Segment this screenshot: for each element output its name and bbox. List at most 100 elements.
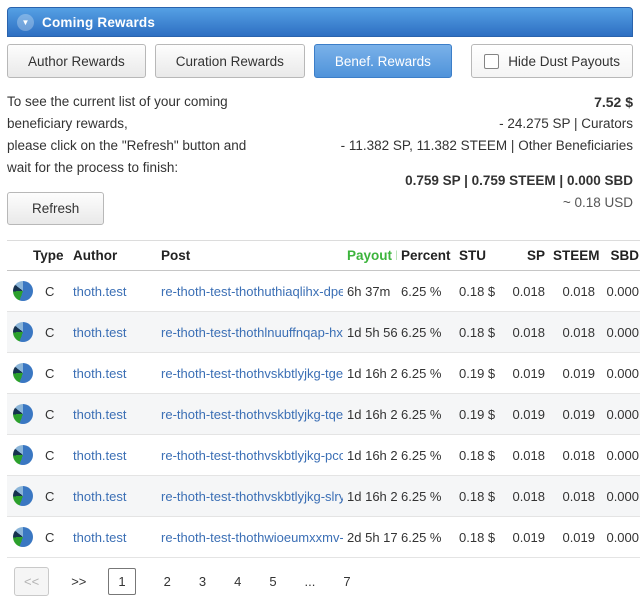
type-icon-cell (7, 516, 41, 558)
post-link[interactable]: re-thoth-test-thothvskbtlyjkg-tge (161, 366, 343, 381)
post-link[interactable]: re-thoth-test-thothlnuuffnqap-hx (161, 325, 343, 340)
stu-cell: 0.18 $ (455, 311, 506, 353)
type-cell: C (41, 270, 70, 312)
collapse-toggle-icon[interactable]: ▼ (17, 13, 34, 31)
hide-dust-label: Hide Dust Payouts (508, 53, 620, 69)
stu-cell: 0.19 $ (455, 393, 506, 435)
pagination-page-5[interactable]: 5 (269, 574, 276, 589)
curators-line: - 24.275 SP | Curators (499, 116, 633, 131)
payout-in-cell: 1d 16h 2 (343, 393, 398, 435)
steem-cell: 0.018 (549, 475, 600, 517)
table-header-row: Type Author Post Payout In Percent STU S… (7, 240, 640, 271)
percent-cell: 6.25 % (397, 393, 456, 435)
header-type: Type (7, 240, 70, 271)
payout-in-cell: 1d 16h 2 (343, 475, 398, 517)
coming-rewards-panel: ▼ Coming Rewards Author Rewards Curation… (7, 7, 640, 596)
tab-benef-rewards[interactable]: Benef. Rewards (313, 44, 452, 78)
post-type-pie-icon (13, 322, 33, 342)
header-percent: Percent (397, 240, 456, 271)
author-link[interactable]: thoth.test (73, 448, 126, 463)
percent-cell: 6.25 % (397, 270, 456, 312)
info-line-1: To see the current list of your coming (7, 94, 228, 109)
author-cell: thoth.test (69, 516, 158, 558)
type-icon-cell (7, 270, 41, 312)
post-link[interactable]: re-thoth-test-thothvskbtlyjkg-slry (161, 489, 343, 504)
approx-usd-line: ~ 0.18 USD (562, 195, 633, 210)
post-link[interactable]: re-thoth-test-thothvskbtlyjkg-tqe (161, 407, 343, 422)
pagination-page-2[interactable]: 2 (164, 574, 171, 589)
post-type-pie-icon (13, 404, 33, 424)
sp-cell: 0.019 (505, 393, 550, 435)
author-link[interactable]: thoth.test (73, 407, 126, 422)
post-type-pie-icon (13, 281, 33, 301)
info-line-4: wait for the process to finish: (7, 160, 179, 175)
type-cell: C (41, 352, 70, 394)
payout-in-cell: 1d 16h 2 (343, 352, 398, 394)
pagination-first-button[interactable]: << (14, 567, 50, 596)
rewards-table-wrap: Type Author Post Payout In Percent STU S… (7, 240, 640, 558)
author-link[interactable]: thoth.test (73, 284, 126, 299)
sbd-cell: 0.000 (599, 311, 640, 353)
payout-in-cell: 1d 16h 2 (343, 434, 398, 476)
info-section: To see the current list of your coming b… (7, 91, 633, 225)
post-link[interactable]: re-thoth-test-thothvskbtlyjkg-pco (161, 448, 343, 463)
refresh-button[interactable]: Refresh (7, 192, 105, 225)
type-cell: C (41, 516, 70, 558)
header-author: Author (69, 240, 158, 271)
hide-dust-payouts-control[interactable]: Hide Dust Payouts (471, 44, 633, 78)
tab-curation-rewards[interactable]: Curation Rewards (154, 44, 305, 78)
pagination-next-button[interactable]: >> (71, 574, 86, 589)
percent-cell: 6.25 % (397, 352, 456, 394)
steem-cell: 0.019 (549, 352, 600, 394)
rewards-summary: 7.52 $ - 24.275 SP | Curators - 11.382 S… (341, 91, 633, 225)
header-steem: STEEM (549, 240, 600, 271)
tab-author-rewards[interactable]: Author Rewards (7, 44, 146, 78)
author-link[interactable]: thoth.test (73, 489, 126, 504)
pagination: << >> 1 2 3 4 5... 7 (7, 567, 633, 596)
post-type-pie-icon (13, 527, 33, 547)
type-cell: C (41, 434, 70, 476)
steem-cell: 0.018 (549, 311, 600, 353)
totals-line: 0.759 SP | 0.759 STEEM | 0.000 SBD (405, 173, 633, 188)
header-sbd: SBD (599, 240, 640, 271)
pagination-page-3[interactable]: 3 (199, 574, 206, 589)
pagination-page-7[interactable]: 7 (343, 574, 350, 589)
author-cell: thoth.test (69, 475, 158, 517)
type-icon-cell (7, 434, 41, 476)
author-cell: thoth.test (69, 434, 158, 476)
post-link[interactable]: re-thoth-test-thothwioeumxxmv- (161, 530, 343, 545)
sp-cell: 0.018 (505, 270, 550, 312)
header-stu: STU (455, 240, 506, 271)
post-type-pie-icon (13, 445, 33, 465)
table-row: Cthoth.test re-thoth-test-thothuthiaqlihx… (7, 270, 640, 312)
sp-cell: 0.019 (505, 516, 550, 558)
sp-cell: 0.019 (505, 352, 550, 394)
author-cell: thoth.test (69, 311, 158, 353)
author-link[interactable]: thoth.test (73, 366, 126, 381)
table-row: Cthoth.test re-thoth-test-thothlnuuffnqap… (7, 311, 640, 353)
sbd-cell: 0.000 (599, 393, 640, 435)
stu-cell: 0.18 $ (455, 270, 506, 312)
post-link[interactable]: re-thoth-test-thothuthiaqlihx-dpe (161, 284, 343, 299)
table-row: Cthoth.test re-thoth-test-thothvskbtlyjkg… (7, 434, 640, 476)
panel-titlebar: ▼ Coming Rewards (7, 7, 633, 37)
header-post: Post (157, 240, 344, 271)
steem-cell: 0.019 (549, 516, 600, 558)
steem-cell: 0.018 (549, 434, 600, 476)
stu-cell: 0.18 $ (455, 516, 506, 558)
steem-cell: 0.018 (549, 270, 600, 312)
pagination-page-1[interactable]: 1 (108, 568, 136, 595)
header-payout-in[interactable]: Payout In (343, 240, 398, 271)
hide-dust-checkbox[interactable] (484, 53, 500, 69)
post-cell: re-thoth-test-thothvskbtlyjkg-tge (157, 352, 344, 394)
info-line-2: beneficiary rewards, (7, 116, 128, 131)
total-usd-value: 7.52 $ (594, 94, 633, 110)
post-type-pie-icon (13, 486, 33, 506)
pagination-page-4[interactable]: 4 (234, 574, 241, 589)
post-cell: re-thoth-test-thothuthiaqlihx-dpe (157, 270, 344, 312)
sp-cell: 0.018 (505, 311, 550, 353)
author-link[interactable]: thoth.test (73, 325, 126, 340)
percent-cell: 6.25 % (397, 434, 456, 476)
table-row: Cthoth.test re-thoth-test-thothvskbtlyjkg… (7, 352, 640, 394)
author-link[interactable]: thoth.test (73, 530, 126, 545)
